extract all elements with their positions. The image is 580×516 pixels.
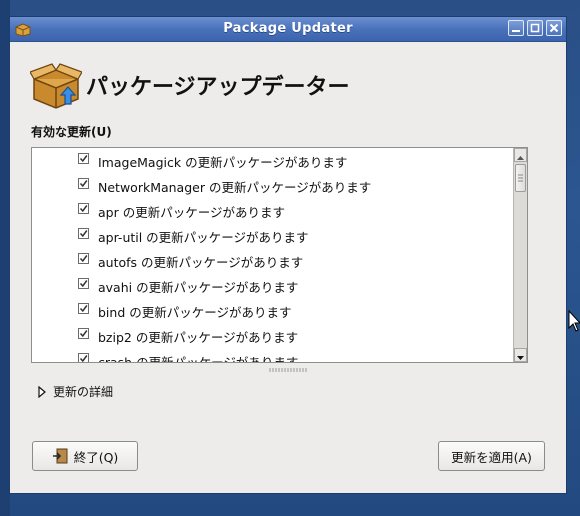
checkmark-icon	[79, 155, 88, 163]
list-item-label: bzip2 の更新パッケージがあります	[98, 330, 299, 345]
list-item[interactable]: NetworkManager の更新パッケージがあります	[32, 173, 513, 198]
title-bar[interactable]: Package Updater	[10, 17, 566, 42]
list-item-label: autofs の更新パッケージがあります	[98, 255, 304, 270]
checkmark-icon	[79, 280, 88, 288]
checkmark-icon	[79, 305, 88, 313]
update-checkbox[interactable]	[78, 228, 89, 239]
list-item-label: bind の更新パッケージがあります	[98, 305, 292, 320]
list-item-label: avahi の更新パッケージがあります	[98, 280, 299, 295]
mouse-cursor-icon	[568, 310, 580, 332]
checkmark-icon	[79, 330, 88, 338]
checkmark-icon	[79, 355, 88, 362]
list-item[interactable]: crash の更新パッケージがあります	[32, 348, 513, 363]
minimize-button[interactable]	[508, 20, 524, 36]
list-item-label: NetworkManager の更新パッケージがあります	[98, 180, 372, 195]
window-title: Package Updater	[223, 21, 353, 36]
updates-list[interactable]: ImageMagick の更新パッケージがあります NetworkManager …	[31, 147, 528, 363]
quit-button-label: 終了(Q)	[73, 449, 119, 465]
update-checkbox[interactable]	[78, 178, 89, 189]
vertical-scrollbar[interactable]	[513, 148, 527, 362]
scroll-down-button[interactable]	[514, 348, 527, 362]
maximize-button[interactable]	[527, 20, 543, 36]
apply-button-label: 更新を適用(A)	[451, 449, 532, 465]
list-item[interactable]: ImageMagick の更新パッケージがあります	[32, 148, 513, 173]
list-item[interactable]: autofs の更新パッケージがあります	[32, 248, 513, 273]
update-checkbox[interactable]	[78, 303, 89, 314]
checkmark-icon	[79, 205, 88, 213]
update-checkbox[interactable]	[78, 353, 89, 362]
update-checkbox[interactable]	[78, 253, 89, 264]
list-item[interactable]: bzip2 の更新パッケージがあります	[32, 323, 513, 348]
update-checkbox[interactable]	[78, 278, 89, 289]
list-item-label: apr の更新パッケージがあります	[98, 205, 285, 220]
close-icon	[549, 23, 559, 33]
package-box-upload-icon	[30, 63, 82, 109]
grip-icon	[518, 174, 523, 182]
minimize-icon	[512, 30, 520, 32]
checkmark-icon	[79, 230, 88, 238]
update-checkbox[interactable]	[78, 203, 89, 214]
list-item-label: crash の更新パッケージがあります	[98, 355, 299, 363]
list-item[interactable]: avahi の更新パッケージがあります	[32, 273, 513, 298]
chevron-down-icon	[517, 356, 524, 360]
expander-triangle-icon	[38, 385, 46, 398]
updates-list-label: 有効な更新(U)	[31, 125, 112, 139]
chevron-up-icon	[517, 156, 524, 160]
package-updater-window: Package Updater パッケージアップデーター 有効な更新(U) Im…	[9, 16, 567, 494]
scroll-up-button[interactable]	[514, 148, 527, 162]
list-item[interactable]: apr-util の更新パッケージがあります	[32, 223, 513, 248]
quit-button[interactable]: 終了(Q)	[32, 441, 138, 471]
scrollbar-thumb[interactable]	[515, 164, 526, 192]
expander-label: 更新の詳細	[53, 385, 114, 399]
maximize-icon	[530, 23, 540, 33]
list-item-label: ImageMagick の更新パッケージがあります	[98, 155, 348, 170]
close-button[interactable]	[546, 20, 562, 36]
apply-updates-button[interactable]: 更新を適用(A)	[438, 441, 545, 471]
update-checkbox[interactable]	[78, 328, 89, 339]
checkmark-icon	[79, 255, 88, 263]
checkmark-icon	[79, 180, 88, 188]
exit-door-icon	[52, 448, 68, 464]
list-item[interactable]: bind の更新パッケージがあります	[32, 298, 513, 323]
pane-resize-handle[interactable]	[268, 367, 308, 373]
page-title: パッケージアップデーター	[86, 75, 350, 100]
list-item[interactable]: apr の更新パッケージがあります	[32, 198, 513, 223]
update-checkbox[interactable]	[78, 153, 89, 164]
update-details-expander[interactable]: 更新の詳細	[37, 383, 113, 400]
list-item-label: apr-util の更新パッケージがあります	[98, 230, 309, 245]
